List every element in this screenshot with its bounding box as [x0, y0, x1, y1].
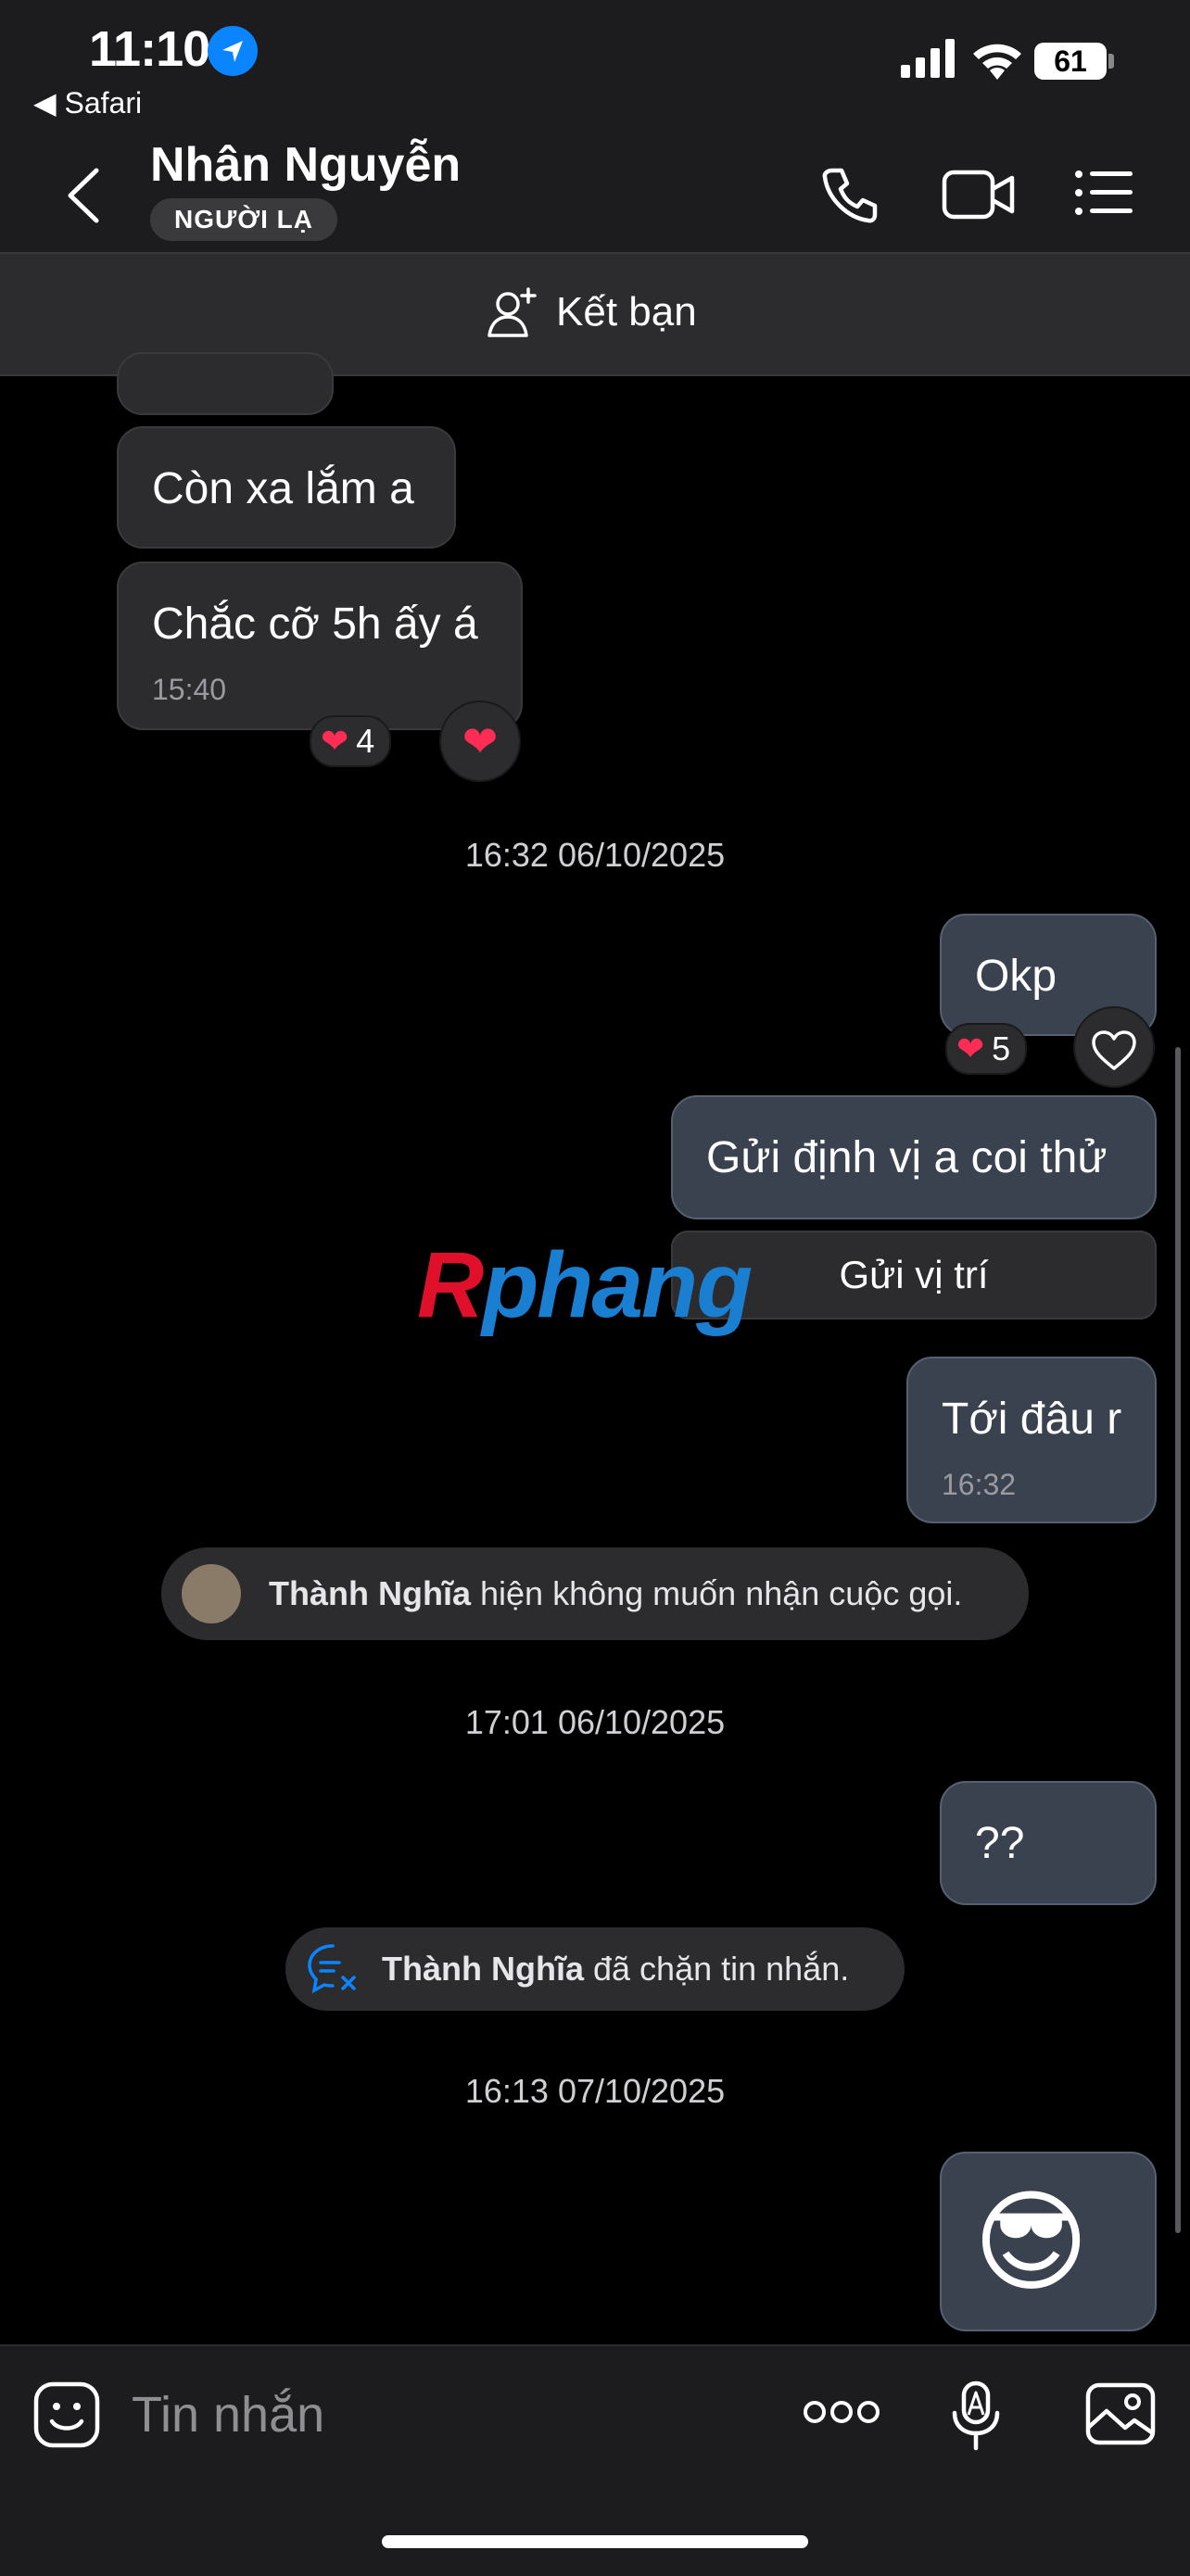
outgoing-message[interactable]: 😎 — [940, 2152, 1157, 2331]
battery-tip — [1108, 54, 1114, 69]
outgoing-message[interactable]: ?? — [940, 1781, 1157, 1905]
back-to-safari-link[interactable]: ◀ Safari — [33, 85, 142, 120]
image-gallery-icon[interactable] — [1084, 2380, 1157, 2453]
home-indicator — [382, 2535, 808, 2548]
heart-icon: ❤ — [956, 1029, 985, 1067]
video-call-icon[interactable] — [942, 167, 1016, 227]
add-friend-icon — [486, 285, 541, 346]
outgoing-message[interactable]: Gửi định vị a coi thử — [671, 1095, 1157, 1219]
message-text: Còn xa lắm a — [152, 464, 414, 513]
date-separator: 16:32 06/10/2025 — [464, 836, 726, 874]
back-button[interactable] — [56, 163, 111, 228]
message-time: 16:32 — [942, 1468, 1017, 1501]
location-arrow-icon — [208, 26, 258, 76]
call-blocked-notice: Thành Nghĩa hiện không muốn nhận cuộc gọ… — [161, 1547, 1029, 1640]
message-text: Chắc cỡ 5h ấy á — [152, 600, 478, 649]
wifi-icon — [971, 39, 1023, 84]
message-blocked-notice: Thành Nghĩa đã chặn tin nhắn. — [285, 1927, 905, 2011]
watermark-logo: Rphang — [417, 1233, 753, 1337]
message-input[interactable] — [130, 2381, 764, 2448]
message-time: 15:40 — [152, 673, 227, 706]
notice-user-name: Thành Nghĩa — [269, 1574, 471, 1612]
stranger-badge: NGƯỜI LẠ — [150, 198, 337, 241]
voice-to-text-icon[interactable] — [951, 2380, 1001, 2456]
notice-text: đã chặn tin nhắn. — [584, 1950, 850, 1988]
heart-icon: ❤ — [462, 717, 499, 765]
message-blocked-icon — [306, 1942, 360, 2027]
reaction-count: 4 — [356, 722, 375, 760]
notice-text: hiện không muốn nhận cuộc gọi. — [471, 1574, 963, 1612]
message-text: Tới đâu r — [942, 1395, 1122, 1444]
reaction-count: 5 — [992, 1029, 1011, 1067]
heart-reaction-button[interactable]: ❤ — [439, 701, 521, 782]
heart-outline-icon — [1092, 1030, 1136, 1070]
reaction-count-pill[interactable]: ❤ 4 — [310, 715, 392, 767]
add-friend-label: Kết bạn — [556, 289, 697, 335]
notice-user-name: Thành Nghĩa — [382, 1950, 584, 1988]
status-time: 11:10 — [89, 21, 210, 77]
avatar — [182, 1564, 241, 1623]
outgoing-message[interactable]: Tới đâu r 16:32 — [906, 1357, 1157, 1523]
message-text: Okp — [975, 952, 1057, 1001]
incoming-message[interactable]: Còn xa lắm a — [117, 426, 456, 549]
date-separator: 17:01 06/10/2025 — [464, 1703, 726, 1741]
cellular-signal-icon — [901, 37, 958, 82]
more-options-icon[interactable] — [803, 2400, 880, 2429]
message-text: Gửi định vị a coi thử — [706, 1133, 1108, 1182]
heart-icon: ❤ — [321, 722, 349, 760]
phone-call-icon[interactable] — [819, 165, 880, 231]
heart-reaction-button[interactable] — [1073, 1006, 1155, 1088]
date-separator: 16:13 07/10/2025 — [464, 2072, 726, 2110]
message-bubble-partial[interactable] — [117, 352, 334, 415]
sticker-icon[interactable] — [32, 2380, 102, 2455]
options-menu-icon[interactable] — [1075, 169, 1134, 221]
emoji-message: 😎 — [973, 2180, 1090, 2305]
reaction-count-pill[interactable]: ❤ 5 — [945, 1023, 1028, 1075]
scrollbar[interactable] — [1175, 1047, 1181, 2233]
message-text: ?? — [975, 1819, 1025, 1868]
battery-indicator: 61 — [1034, 43, 1107, 80]
contact-name[interactable]: Nhân Nguyễn — [150, 137, 461, 193]
